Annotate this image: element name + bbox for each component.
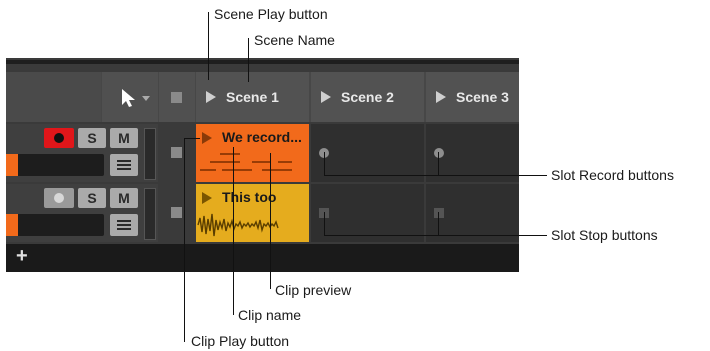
track-header-1: S M — [6, 124, 158, 182]
annotation-slot-stop-buttons: Slot Stop buttons — [551, 227, 658, 243]
track-volume-bar[interactable] — [6, 214, 104, 236]
callout-line — [184, 138, 200, 139]
stop-icon — [171, 147, 182, 158]
menu-icon — [117, 220, 131, 230]
clip-slot-empty[interactable] — [426, 184, 519, 242]
callout-line — [233, 147, 234, 315]
clip-slot-empty[interactable] — [311, 184, 424, 242]
mute-button[interactable]: M — [110, 188, 138, 208]
level-meter — [144, 188, 156, 240]
scene-play-icon[interactable] — [321, 91, 331, 103]
stop-icon — [171, 207, 182, 218]
stop-all-icon — [171, 92, 182, 103]
record-icon — [54, 193, 64, 203]
annotation-slot-record-buttons: Slot Record buttons — [551, 167, 674, 183]
clip-play-icon[interactable] — [202, 192, 212, 204]
solo-button[interactable]: S — [78, 128, 106, 148]
callout-line — [438, 212, 439, 236]
callout-line — [438, 152, 439, 176]
annotation-scene-play-button: Scene Play button — [214, 6, 328, 22]
track-stop-cell-1[interactable] — [159, 124, 195, 182]
scene-name[interactable]: Scene 3 — [456, 89, 509, 105]
track-menu-button[interactable] — [110, 154, 138, 176]
clip-launcher-panel: Scene 1 Scene 2 Scene 3 S M S M We recor… — [6, 58, 519, 272]
track-header-2: S M — [6, 184, 158, 242]
panel-top-border — [6, 60, 519, 64]
menu-icon — [117, 160, 131, 170]
slot-record-icon[interactable] — [434, 148, 444, 158]
scene-name[interactable]: Scene 2 — [341, 89, 394, 105]
track-header-area — [6, 72, 101, 122]
callout-line — [270, 153, 271, 289]
track-stop-cell-2[interactable] — [159, 184, 195, 242]
track-menu-button[interactable] — [110, 214, 138, 236]
solo-button[interactable]: S — [78, 188, 106, 208]
clip-name[interactable]: We record... — [222, 129, 302, 145]
chevron-down-icon — [142, 96, 150, 101]
tool-selector[interactable] — [102, 72, 158, 122]
record-arm-button[interactable] — [44, 188, 74, 208]
add-track-button[interactable]: + — [16, 245, 28, 268]
callout-line — [184, 138, 185, 342]
scene-play-icon[interactable] — [206, 91, 216, 103]
callout-line — [324, 175, 547, 176]
annotation-clip-name: Clip name — [238, 307, 302, 323]
clip-slot-empty[interactable] — [311, 124, 424, 182]
track-volume-bar[interactable] — [6, 154, 104, 176]
annotation-clip-play-button: Clip Play button — [191, 333, 290, 349]
callout-line — [324, 152, 325, 176]
scene-header-1[interactable]: Scene 1 — [196, 72, 309, 122]
volume-marker — [6, 214, 18, 236]
annotation-clip-preview: Clip preview — [275, 282, 352, 298]
callout-line — [208, 12, 209, 80]
scene-play-icon[interactable] — [436, 91, 446, 103]
stop-all-header[interactable] — [159, 72, 195, 122]
callout-line — [324, 235, 547, 236]
clip-slot[interactable]: We record... — [196, 124, 309, 182]
bottom-bar: + — [6, 244, 519, 272]
clip-play-icon[interactable] — [202, 132, 212, 144]
scene-header-3[interactable]: Scene 3 — [426, 72, 519, 122]
arrow-pointer-icon — [122, 89, 135, 107]
clip-slot-empty[interactable] — [426, 124, 519, 182]
callout-line — [248, 38, 249, 82]
annotation-scene-name: Scene Name — [254, 32, 335, 48]
mute-button[interactable]: M — [110, 128, 138, 148]
clip-slot[interactable]: This too — [196, 184, 309, 242]
level-meter — [144, 128, 156, 180]
clip-name[interactable]: This too — [222, 189, 276, 205]
volume-marker — [6, 154, 18, 176]
clip-preview — [200, 153, 292, 171]
record-icon — [54, 133, 64, 143]
record-arm-button[interactable] — [44, 128, 74, 148]
clip-preview — [197, 213, 279, 237]
slot-stop-icon[interactable] — [434, 208, 444, 218]
callout-line — [324, 212, 325, 236]
scene-name[interactable]: Scene 1 — [226, 89, 279, 105]
scene-header-2[interactable]: Scene 2 — [311, 72, 424, 122]
